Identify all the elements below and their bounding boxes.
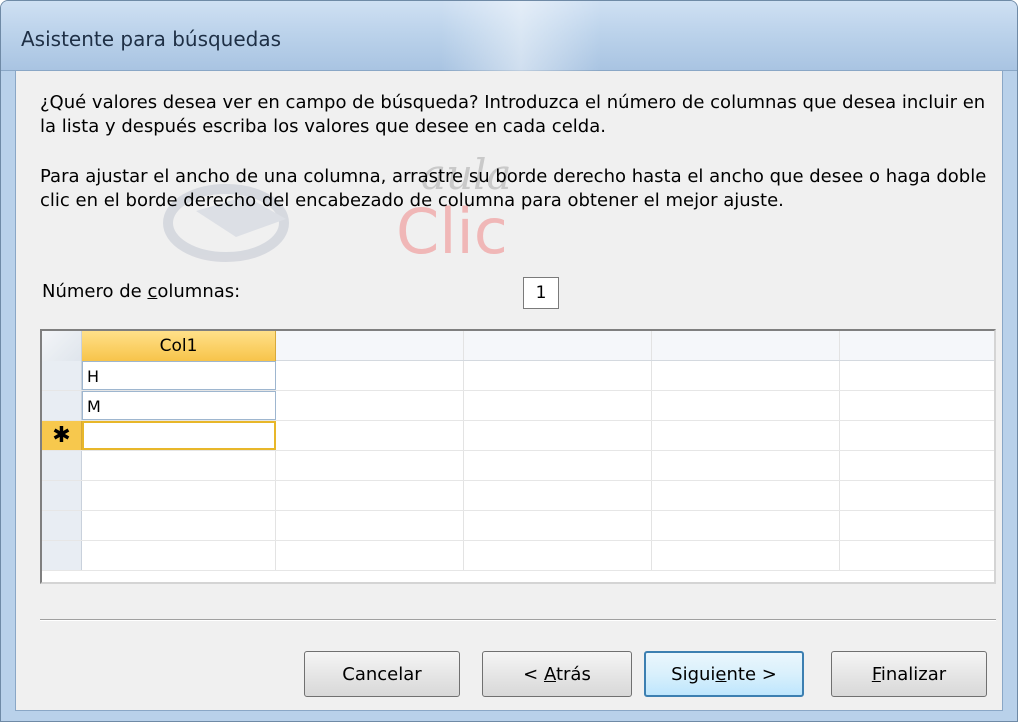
row-selector-blank bbox=[42, 541, 82, 570]
empty-cell bbox=[464, 481, 652, 510]
row-selector[interactable] bbox=[42, 361, 82, 390]
new-record-asterisk-icon: ✱ bbox=[52, 423, 71, 448]
empty-cell bbox=[464, 451, 652, 480]
new-record-row: ✱ bbox=[42, 421, 994, 451]
table-row: M bbox=[42, 391, 994, 421]
row-selector-new-record[interactable]: ✱ bbox=[42, 421, 82, 450]
empty-row bbox=[42, 481, 994, 511]
grid-header-row: Col1 bbox=[42, 331, 994, 361]
empty-cell bbox=[82, 511, 276, 540]
back-button[interactable]: < Atrás bbox=[482, 651, 632, 697]
column-count-label-accelerator: c bbox=[147, 281, 158, 302]
new-record-cell[interactable] bbox=[82, 421, 276, 450]
row-selector-blank bbox=[42, 451, 82, 480]
empty-cell bbox=[652, 541, 840, 570]
column-count-input[interactable] bbox=[523, 277, 559, 309]
column-count-label-suffix: olumnas: bbox=[157, 281, 241, 302]
dialog-body: ¿Qué valores desea ver en campo de búsqu… bbox=[15, 71, 1003, 711]
instruction-text-1: ¿Qué valores desea ver en campo de búsqu… bbox=[40, 92, 986, 137]
empty-cell bbox=[652, 481, 840, 510]
finish-button-suffix: inalizar bbox=[880, 663, 947, 685]
empty-header-cell bbox=[840, 331, 994, 360]
empty-cell bbox=[652, 511, 840, 540]
next-button-suffix: nte > bbox=[726, 663, 777, 685]
empty-cell bbox=[276, 541, 464, 570]
next-button-prefix: Sigui bbox=[671, 663, 716, 685]
column-header-col1[interactable]: Col1 bbox=[82, 331, 276, 361]
empty-cell bbox=[652, 391, 840, 420]
back-button-accelerator: A bbox=[543, 663, 556, 685]
data-cell[interactable]: H bbox=[82, 361, 276, 390]
finish-button-accelerator: F bbox=[871, 663, 881, 685]
empty-cell bbox=[276, 421, 464, 450]
empty-header-cell bbox=[652, 331, 840, 360]
empty-row bbox=[42, 541, 994, 571]
empty-cell bbox=[464, 541, 652, 570]
empty-cell bbox=[276, 451, 464, 480]
empty-cell bbox=[276, 361, 464, 390]
select-all-corner[interactable] bbox=[42, 331, 82, 361]
empty-cell bbox=[464, 421, 652, 450]
empty-row bbox=[42, 451, 994, 481]
empty-cell bbox=[276, 481, 464, 510]
row-selector[interactable] bbox=[42, 391, 82, 420]
empty-header-cell bbox=[464, 331, 652, 360]
empty-cell bbox=[82, 481, 276, 510]
title-bar-sheen bbox=[441, 1, 601, 71]
instruction-text-2: Para ajustar el ancho de una columna, ar… bbox=[40, 166, 987, 211]
wizard-window: Asistente para búsquedas ¿Qué valores de… bbox=[0, 0, 1018, 722]
empty-cell bbox=[276, 391, 464, 420]
empty-cell bbox=[276, 511, 464, 540]
empty-header-cell bbox=[276, 331, 464, 360]
column-count-label: Número de columnas: bbox=[42, 281, 240, 302]
empty-cell bbox=[652, 421, 840, 450]
next-button-accelerator: e bbox=[715, 663, 727, 685]
empty-cell bbox=[464, 511, 652, 540]
empty-cell bbox=[82, 451, 276, 480]
empty-cell bbox=[464, 391, 652, 420]
values-grid[interactable]: Col1 H M ✱ bbox=[40, 329, 996, 584]
empty-cell bbox=[652, 361, 840, 390]
table-row: H bbox=[42, 361, 994, 391]
row-selector-blank bbox=[42, 481, 82, 510]
data-cell[interactable]: M bbox=[82, 391, 276, 420]
window-title: Asistente para búsquedas bbox=[21, 27, 282, 51]
title-bar[interactable]: Asistente para búsquedas bbox=[1, 1, 1017, 71]
empty-cell bbox=[652, 451, 840, 480]
empty-cell bbox=[82, 541, 276, 570]
row-selector-blank bbox=[42, 511, 82, 540]
empty-cell bbox=[464, 361, 652, 390]
cancel-button[interactable]: Cancelar bbox=[304, 651, 460, 697]
back-button-prefix: < bbox=[523, 663, 544, 685]
finish-button[interactable]: Finalizar bbox=[831, 651, 987, 697]
button-separator bbox=[40, 619, 996, 621]
next-button[interactable]: Siguiente > bbox=[644, 651, 804, 697]
column-count-label-prefix: Número de bbox=[42, 281, 148, 302]
empty-row bbox=[42, 511, 994, 541]
back-button-suffix: trás bbox=[555, 663, 591, 685]
